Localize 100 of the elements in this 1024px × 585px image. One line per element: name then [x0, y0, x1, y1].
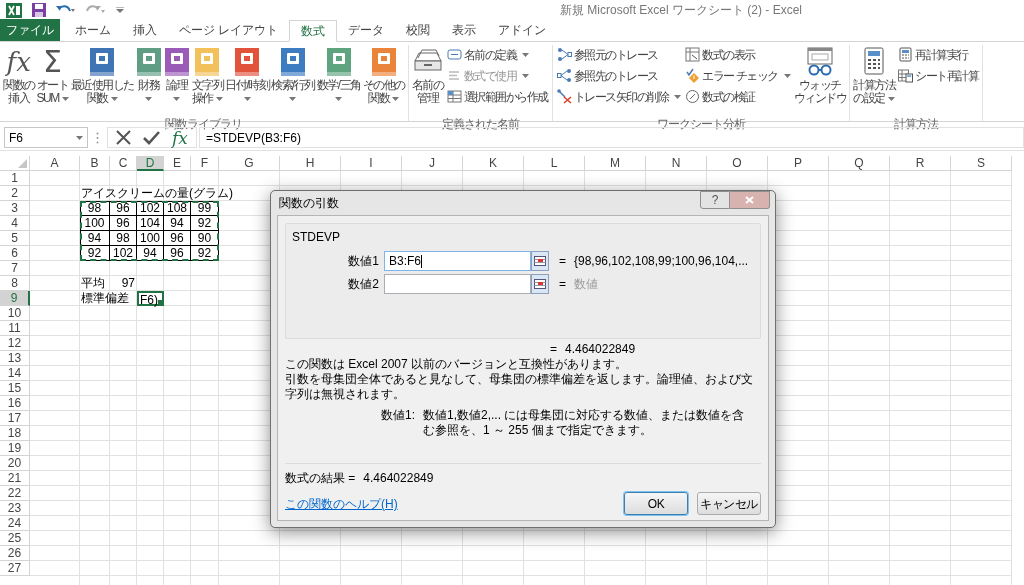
ribbon-button[interactable]: 名前の定義 [445, 45, 549, 64]
row-header[interactable]: 1 [0, 171, 30, 186]
name-box[interactable]: F6 [4, 127, 88, 148]
row-header[interactable]: 4 [0, 216, 30, 231]
ribbon-button[interactable]: シート再計算 [897, 66, 980, 85]
row-header[interactable]: 25 [0, 531, 30, 546]
row-header[interactable]: 15 [0, 381, 30, 396]
file-tab[interactable]: ファイル [0, 19, 60, 41]
column-header[interactable]: S [951, 156, 1012, 171]
sheet-cell[interactable]: 標準偏差 [80, 291, 137, 306]
row-header[interactable]: 24 [0, 516, 30, 531]
row-header[interactable]: 14 [0, 366, 30, 381]
ribbon-button[interactable]: トレース矢印の削除 [555, 87, 683, 106]
column-header[interactable]: L [524, 156, 585, 171]
ribbon-button[interactable]: その他の 関数 [361, 45, 406, 115]
column-header[interactable]: Q [829, 156, 890, 171]
row-header[interactable]: 20 [0, 456, 30, 471]
help-link[interactable]: この関数のヘルプ(H) [285, 494, 398, 513]
trace-arrows-icon [556, 68, 572, 83]
row-header[interactable]: 16 [0, 396, 30, 411]
row-header[interactable]: 18 [0, 426, 30, 441]
row-header[interactable]: 11 [0, 321, 30, 336]
dialog-button[interactable]: OK [624, 492, 688, 515]
range-select-button[interactable] [531, 251, 549, 271]
ribbon-button[interactable]: Σ オート SUM [35, 45, 70, 115]
row-header[interactable]: 3 [0, 201, 30, 216]
column-header[interactable]: H [280, 156, 341, 171]
column-header[interactable]: P [768, 156, 829, 171]
column-header[interactable]: A [30, 156, 80, 171]
row-header[interactable]: 9 [0, 291, 30, 306]
ribbon-button[interactable]: 数式の検証 [684, 87, 792, 106]
ribbon-tab[interactable]: 校閲 [395, 19, 442, 41]
ribbon-button[interactable]: 数学/三角 [315, 45, 362, 115]
column-header[interactable]: O [707, 156, 768, 171]
ribbon-tab[interactable]: 挿入 [122, 19, 168, 41]
ribbon-button[interactable]: 財務 [134, 45, 163, 115]
column-header[interactable]: B [80, 156, 110, 171]
row-header[interactable]: 6 [0, 246, 30, 261]
row-header[interactable]: 10 [0, 306, 30, 321]
check-icon[interactable] [143, 130, 160, 145]
ribbon-button[interactable]: 論理 [162, 45, 191, 115]
row-header[interactable]: 5 [0, 231, 30, 246]
row-header[interactable]: 2 [0, 186, 30, 201]
column-header[interactable]: R [890, 156, 951, 171]
ribbon-button[interactable]: 計算方法 の設定 [852, 45, 897, 115]
column-header[interactable]: D [137, 156, 164, 171]
sheet-cell[interactable]: 97 [110, 276, 137, 291]
column-header[interactable]: M [585, 156, 646, 171]
row-header[interactable]: 22 [0, 486, 30, 501]
row-header[interactable]: 19 [0, 441, 30, 456]
ribbon-button[interactable]: ウォッチ ウィンドウ [792, 45, 848, 115]
column-header[interactable]: C [110, 156, 137, 171]
ribbon-button[interactable]: 再計算実行 [897, 45, 980, 64]
column-header[interactable]: E [164, 156, 191, 171]
ribbon-button[interactable]: 検索/行列 [270, 45, 316, 115]
ribbon-tab[interactable]: データ [337, 19, 396, 41]
save-icon[interactable] [32, 3, 46, 17]
ribbon-button[interactable]: 名前の 管理 [410, 45, 445, 115]
tag-icon [446, 47, 462, 62]
ribbon-tab[interactable]: 数式 [289, 20, 338, 42]
sheet-cell[interactable]: F6) [137, 291, 164, 306]
ribbon-button[interactable]: 参照先のトレース [555, 66, 683, 85]
column-header[interactable]: N [646, 156, 707, 171]
row-header[interactable]: 27 [0, 561, 30, 576]
row-header[interactable]: 26 [0, 546, 30, 561]
close-button[interactable] [730, 191, 770, 209]
column-header[interactable]: G [219, 156, 280, 171]
sheet-cell[interactable]: 平均 [80, 276, 110, 291]
ribbon-button[interactable]: エラー チェック [684, 66, 792, 85]
row-header[interactable]: 7 [0, 261, 30, 276]
spreadsheet-app-icon[interactable] [6, 2, 22, 18]
insert-function-button[interactable]: fx [172, 128, 188, 147]
ribbon-tab[interactable]: アドイン [487, 19, 558, 41]
ribbon-tab[interactable]: ホーム [64, 19, 122, 41]
row-header[interactable]: 8 [0, 276, 30, 291]
row-header[interactable]: 13 [0, 351, 30, 366]
ribbon-tab[interactable]: ページ レイアウト [168, 19, 290, 41]
ribbon-button[interactable]: 選択範囲から作成 [445, 87, 549, 106]
ribbon-button[interactable]: 数式の表示 [684, 45, 792, 64]
input-field[interactable] [384, 274, 531, 294]
ribbon-button[interactable]: 文字列 操作 [190, 45, 225, 115]
row-header[interactable]: 17 [0, 411, 30, 426]
dialog-button[interactable]: キャンセル [697, 492, 761, 515]
input-field[interactable]: B3:F6 [384, 251, 531, 271]
range-select-button[interactable] [531, 274, 549, 294]
row-header[interactable]: 23 [0, 501, 30, 516]
row-header[interactable]: 21 [0, 471, 30, 486]
ribbon-tab[interactable]: 表示 [441, 19, 488, 41]
column-header[interactable]: F [191, 156, 219, 171]
ribbon-button[interactable]: fx 関数の 挿入 [2, 45, 36, 115]
cancel-icon[interactable] [116, 130, 131, 145]
column-header[interactable]: I [341, 156, 402, 171]
ribbon-button[interactable]: 日付/時刻 [224, 45, 270, 115]
customize-caret-icon[interactable] [116, 7, 124, 13]
help-button[interactable]: ? [700, 191, 730, 209]
ribbon-button[interactable]: 最近使用した 関数 [69, 45, 135, 115]
ribbon-button[interactable]: 参照元のトレース [555, 45, 683, 64]
column-header[interactable]: K [463, 156, 524, 171]
row-header[interactable]: 12 [0, 336, 30, 351]
column-header[interactable]: J [402, 156, 463, 171]
